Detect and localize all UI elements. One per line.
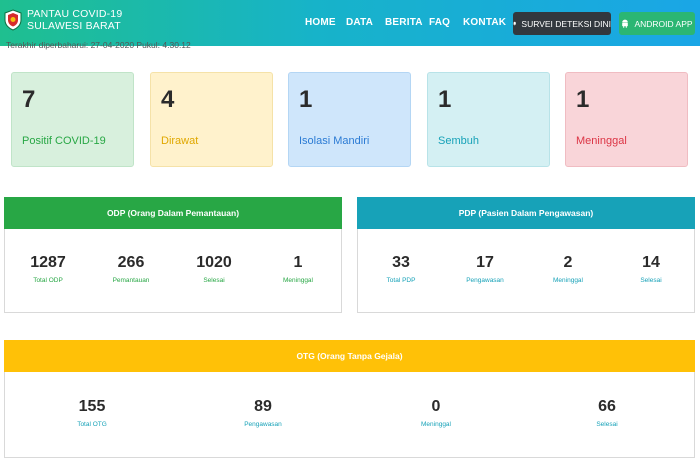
stat-label: Selesai: [640, 277, 662, 284]
card-label: Sembuh: [438, 135, 479, 147]
card-value: 1: [299, 86, 313, 113]
card-label: Positif COVID-19: [22, 135, 106, 147]
nav-berita[interactable]: BERITA: [385, 17, 423, 28]
nav-kontak[interactable]: KONTAK: [463, 17, 506, 28]
stat-value: 66: [598, 398, 616, 415]
stat-value: 266: [117, 254, 145, 271]
brand-line-2: SULAWESI BARAT: [27, 20, 121, 32]
stat-value: 1020: [196, 254, 232, 271]
stat-label: Selesai: [596, 421, 618, 428]
card-isolasi-mandiri: 1 Isolasi Mandiri: [288, 72, 411, 167]
pdp-stat-meninggal: 2 Meninggal: [533, 254, 603, 284]
stat-label: Pemantauan: [112, 277, 150, 284]
odp-stat-total: 1287 Total ODP: [13, 254, 83, 284]
android-app-button[interactable]: ANDROID APP: [619, 12, 695, 35]
nav-faq[interactable]: FAQ: [429, 17, 450, 28]
card-label: Meninggal: [576, 135, 627, 147]
otg-panel: OTG (Orang Tanpa Gejala) 155 Total OTG 8…: [4, 340, 695, 458]
card-value: 1: [576, 86, 590, 113]
stat-value: 14: [642, 254, 660, 271]
card-value: 1: [438, 86, 452, 113]
card-label: Dirawat: [161, 135, 199, 147]
otg-stat-pengawasan: 89 Pengawasan: [228, 398, 298, 428]
card-value: 4: [161, 86, 175, 113]
stat-label: Total PDP: [386, 277, 416, 284]
otg-stat-selesai: 66 Selesai: [572, 398, 642, 428]
card-sembuh: 1 Sembuh: [427, 72, 550, 167]
card-meninggal: 1 Meninggal: [565, 72, 688, 167]
nav-home[interactable]: HOME: [305, 17, 336, 28]
odp-panel-title: ODP (Orang Dalam Pemantauan): [4, 197, 342, 229]
stat-value: 2: [563, 254, 573, 271]
android-button-label: ANDROID APP: [634, 18, 693, 29]
android-icon: [622, 19, 629, 28]
stat-value: 1287: [30, 254, 66, 271]
card-dirawat: 4 Dirawat: [150, 72, 273, 167]
stat-label: Pengawasan: [244, 421, 282, 428]
pdp-panel-title: PDP (Pasien Dalam Pengawasan): [357, 197, 695, 229]
pdp-stat-total: 33 Total PDP: [366, 254, 436, 284]
otg-stat-meninggal: 0 Meninggal: [401, 398, 471, 428]
stat-label: Meninggal: [421, 421, 451, 428]
stat-label: Selesai: [203, 277, 225, 284]
province-shield-icon[interactable]: [4, 9, 22, 31]
odp-panel: ODP (Orang Dalam Pemantauan) 1287 Total …: [4, 197, 342, 313]
nav-data[interactable]: DATA: [346, 17, 373, 28]
stat-value: 17: [476, 254, 494, 271]
pdp-panel: PDP (Pasien Dalam Pengawasan) 33 Total P…: [357, 197, 695, 313]
odp-stat-pemantauan: 266 Pemantauan: [96, 254, 166, 284]
pdp-stat-selesai: 14 Selesai: [616, 254, 686, 284]
stat-value: 33: [392, 254, 410, 271]
stat-value: 0: [431, 398, 441, 415]
stat-label: Total OTG: [77, 421, 107, 428]
pdp-stat-pengawasan: 17 Pengawasan: [450, 254, 520, 284]
stat-label: Meninggal: [283, 277, 313, 284]
odp-stat-selesai: 1020 Selesai: [179, 254, 249, 284]
last-updated-text: Terakhir diperbaharui: 27-04-2020 Pukul:…: [6, 40, 191, 50]
stat-label: Meninggal: [553, 277, 583, 284]
bell-icon: [513, 21, 517, 26]
survei-deteksi-dini-button[interactable]: SURVEI DETEKSI DINI: [513, 12, 611, 35]
otg-stat-total: 155 Total OTG: [57, 398, 127, 428]
otg-panel-title: OTG (Orang Tanpa Gejala): [4, 340, 695, 372]
card-positif: 7 Positif COVID-19: [11, 72, 134, 167]
survei-button-label: SURVEI DETEKSI DINI: [521, 18, 611, 29]
stat-value: 155: [78, 398, 106, 415]
card-value: 7: [22, 86, 36, 113]
odp-stat-meninggal: 1 Meninggal: [263, 254, 333, 284]
stat-label: Pengawasan: [466, 277, 504, 284]
brand-line-1: PANTAU COVID-19: [27, 8, 123, 20]
stat-value: 89: [254, 398, 272, 415]
card-label: Isolasi Mandiri: [299, 135, 370, 147]
stat-label: Total ODP: [33, 277, 63, 284]
brand[interactable]: PANTAU COVID-19 SULAWESI BARAT: [27, 8, 122, 32]
stat-value: 1: [293, 254, 303, 271]
